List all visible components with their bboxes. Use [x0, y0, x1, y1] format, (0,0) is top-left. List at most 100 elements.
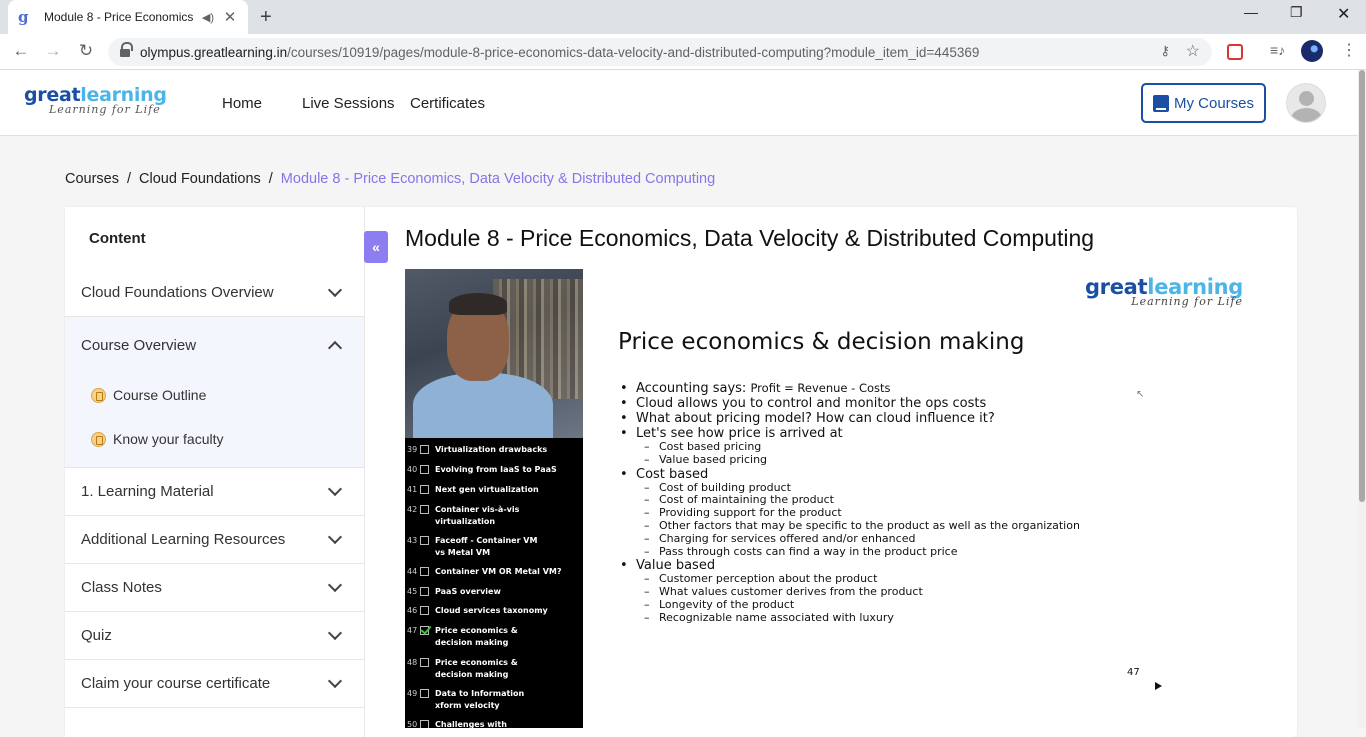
presenter-video — [405, 269, 583, 438]
slide-sub-bullet: Other factors that may be specific to th… — [618, 519, 1080, 533]
window-close-icon[interactable]: ✕ — [1337, 4, 1350, 24]
browser-menu-icon[interactable]: ⋮ — [1341, 40, 1357, 60]
content-sidebar: Content Cloud Foundations Overview Cours… — [65, 207, 365, 737]
sidebar-section-cloud-foundations-overview[interactable]: Cloud Foundations Overview — [65, 269, 364, 317]
video-left-panel: 39 Virtualization drawbacks 40 Evolving fro… — [405, 269, 583, 728]
slide-sub-bullet: Charging for services offered and/or enh… — [618, 532, 1080, 546]
scrollbar-thumb[interactable] — [1359, 70, 1365, 502]
checkbox-icon — [420, 536, 429, 545]
breadcrumb-courses[interactable]: Courses — [65, 171, 119, 187]
chevron-down-icon — [327, 577, 343, 593]
video-toc-item[interactable]: 42 Container vis-à-vis virtualization — [405, 504, 519, 528]
slide-sub-bullet: Recognizable name associated with luxury — [618, 611, 1080, 625]
checkbox-icon — [420, 689, 429, 698]
nav-home[interactable]: Home — [222, 95, 262, 112]
lock-icon — [120, 42, 133, 58]
forward-icon[interactable]: → — [42, 41, 64, 61]
slide-bullet: Let's see how price is arrived at — [618, 426, 1080, 441]
restore-icon[interactable]: ❐ — [1290, 4, 1303, 21]
address-bar-row: ← → ↻ olympus.greatlearning.in/courses/1… — [0, 34, 1366, 70]
tab-close-icon[interactable]: ✕ — [222, 8, 238, 26]
greatlearning-logo[interactable]: greatlearning Learning for Life — [24, 84, 167, 116]
sidebar-item-course-outline[interactable]: Course Outline — [65, 373, 364, 417]
profile-avatar-icon[interactable] — [1301, 40, 1323, 62]
reload-icon[interactable]: ↻ — [75, 41, 97, 61]
book-icon — [1152, 94, 1169, 112]
chevron-up-icon — [327, 340, 343, 355]
module-title: Module 8 - Price Economics, Data Velocit… — [405, 225, 1095, 251]
slide-logo: greatlearning Learning for Life — [1084, 275, 1243, 308]
video-toc-item[interactable]: 48 Price economics & decision making — [405, 657, 518, 681]
video-toc-item[interactable]: 40 Evolving from IaaS to PaaS — [405, 464, 557, 476]
video-toc-item[interactable]: 44 Container VM OR Metal VM? — [405, 566, 562, 578]
chevron-down-icon — [327, 481, 343, 497]
slide-bullets: Accounting says: Profit = Revenue - Cost… — [618, 381, 1080, 625]
sidebar-section-class-notes[interactable]: Class Notes — [65, 564, 364, 612]
media-queue-icon[interactable]: ≡♪ — [1270, 42, 1285, 58]
chevron-down-icon — [327, 529, 343, 545]
sidebar-section-quiz[interactable]: Quiz — [65, 612, 364, 660]
sidebar-heading: Content — [89, 230, 146, 247]
site-header: greatlearning Learning for Life Home Liv… — [0, 70, 1366, 136]
checkbox-icon — [420, 485, 429, 494]
key-icon[interactable]: ⚷ — [1160, 43, 1170, 59]
nav-certificates[interactable]: Certificates — [410, 95, 485, 112]
video-toc-item[interactable]: 47 Price economics & decision making — [405, 625, 518, 649]
minimize-icon[interactable]: — — [1244, 4, 1258, 20]
video-toc-item[interactable]: 45 PaaS overview — [405, 586, 501, 598]
slide-sub-bullet: Pass through costs can find a way in the… — [618, 545, 1080, 559]
sidebar-section-additional-resources[interactable]: Additional Learning Resources — [65, 516, 364, 564]
video-toc-item[interactable]: 50 Challenges with — [405, 719, 507, 728]
slide-sub-bullet: Cost based pricing — [618, 440, 1080, 454]
my-courses-button[interactable]: My Courses — [1141, 83, 1266, 123]
url-omnibox[interactable]: olympus.greatlearning.in/courses/10919/p… — [108, 38, 1212, 66]
checkbox-icon — [420, 606, 429, 615]
breadcrumb-current: Module 8 - Price Economics, Data Velocit… — [280, 171, 716, 187]
chevron-down-icon — [327, 282, 343, 298]
tab-title: Module 8 - Price Economics, Data Velocit… — [44, 10, 194, 24]
checkbox-icon — [420, 567, 429, 576]
video-toc-item[interactable]: 39 Virtualization drawbacks — [405, 444, 547, 456]
slide-heading: Price economics & decision making — [618, 329, 1025, 355]
checkbox-icon — [420, 505, 429, 514]
browser-tab[interactable]: g Module 8 - Price Economics, Data Veloc… — [8, 0, 248, 34]
slide-bullet: Cost based — [618, 467, 1080, 482]
slide-bullet: Cloud allows you to control and monitor … — [618, 396, 1080, 411]
sidebar-section-claim-certificate[interactable]: Claim your course certificate — [65, 660, 364, 708]
slide-sub-bullet: Longevity of the product — [618, 598, 1080, 612]
slide-sub-bullet: Value based pricing — [618, 453, 1080, 467]
lecture-slide: greatlearning Learning for Life Price ec… — [583, 269, 1257, 697]
collapse-sidebar-button[interactable]: « — [364, 231, 388, 263]
sidebar-item-know-your-faculty[interactable]: Know your faculty — [65, 417, 364, 461]
breadcrumb-cloud-foundations[interactable]: Cloud Foundations — [139, 171, 261, 187]
sidebar-section-course-overview[interactable]: Course Overview — [65, 317, 364, 373]
video-toc-item[interactable]: 41 Next gen virtualization — [405, 484, 539, 496]
video-toc-item[interactable]: 49 Data to Information xform velocity — [405, 688, 524, 712]
sidebar-section-learning-material[interactable]: 1. Learning Material — [65, 468, 364, 516]
video-toc-item[interactable]: 46 Cloud services taxonomy — [405, 605, 548, 617]
back-icon[interactable]: ← — [10, 41, 32, 61]
video-player[interactable]: 39 Virtualization drawbacks 40 Evolving fro… — [405, 269, 1257, 728]
user-avatar[interactable] — [1286, 83, 1326, 123]
checkbox-icon — [420, 587, 429, 596]
bookmark-star-icon[interactable]: ☆ — [1186, 41, 1200, 61]
mouse-cursor-icon: ↖ — [1136, 389, 1145, 400]
slide-bullet: Accounting says: Profit = Revenue - Cost… — [618, 381, 1080, 396]
extension-shield-icon[interactable] — [1227, 44, 1243, 60]
greatlearning-favicon-icon: g — [18, 8, 29, 26]
checkbox-icon — [420, 658, 429, 667]
new-tab-icon[interactable]: + — [260, 6, 272, 29]
document-icon — [91, 387, 106, 403]
document-icon — [91, 431, 106, 447]
slide-page-number: 47 — [1127, 667, 1140, 678]
browser-tab-strip: g Module 8 - Price Economics, Data Veloc… — [0, 0, 1366, 34]
video-toc-item[interactable]: 43 Faceoff - Container VM vs Metal VM — [405, 535, 537, 559]
checkbox-icon — [420, 465, 429, 474]
play-icon[interactable] — [1155, 682, 1162, 690]
page-scrollbar[interactable] — [1358, 70, 1366, 728]
checkbox-icon — [420, 720, 429, 728]
slide-bullet: What about pricing model? How can cloud … — [618, 411, 1080, 426]
nav-live-sessions[interactable]: Live Sessions — [302, 95, 395, 112]
tab-audio-icon[interactable]: ◀) — [202, 11, 214, 24]
url-text: olympus.greatlearning.in/courses/10919/p… — [140, 44, 980, 60]
